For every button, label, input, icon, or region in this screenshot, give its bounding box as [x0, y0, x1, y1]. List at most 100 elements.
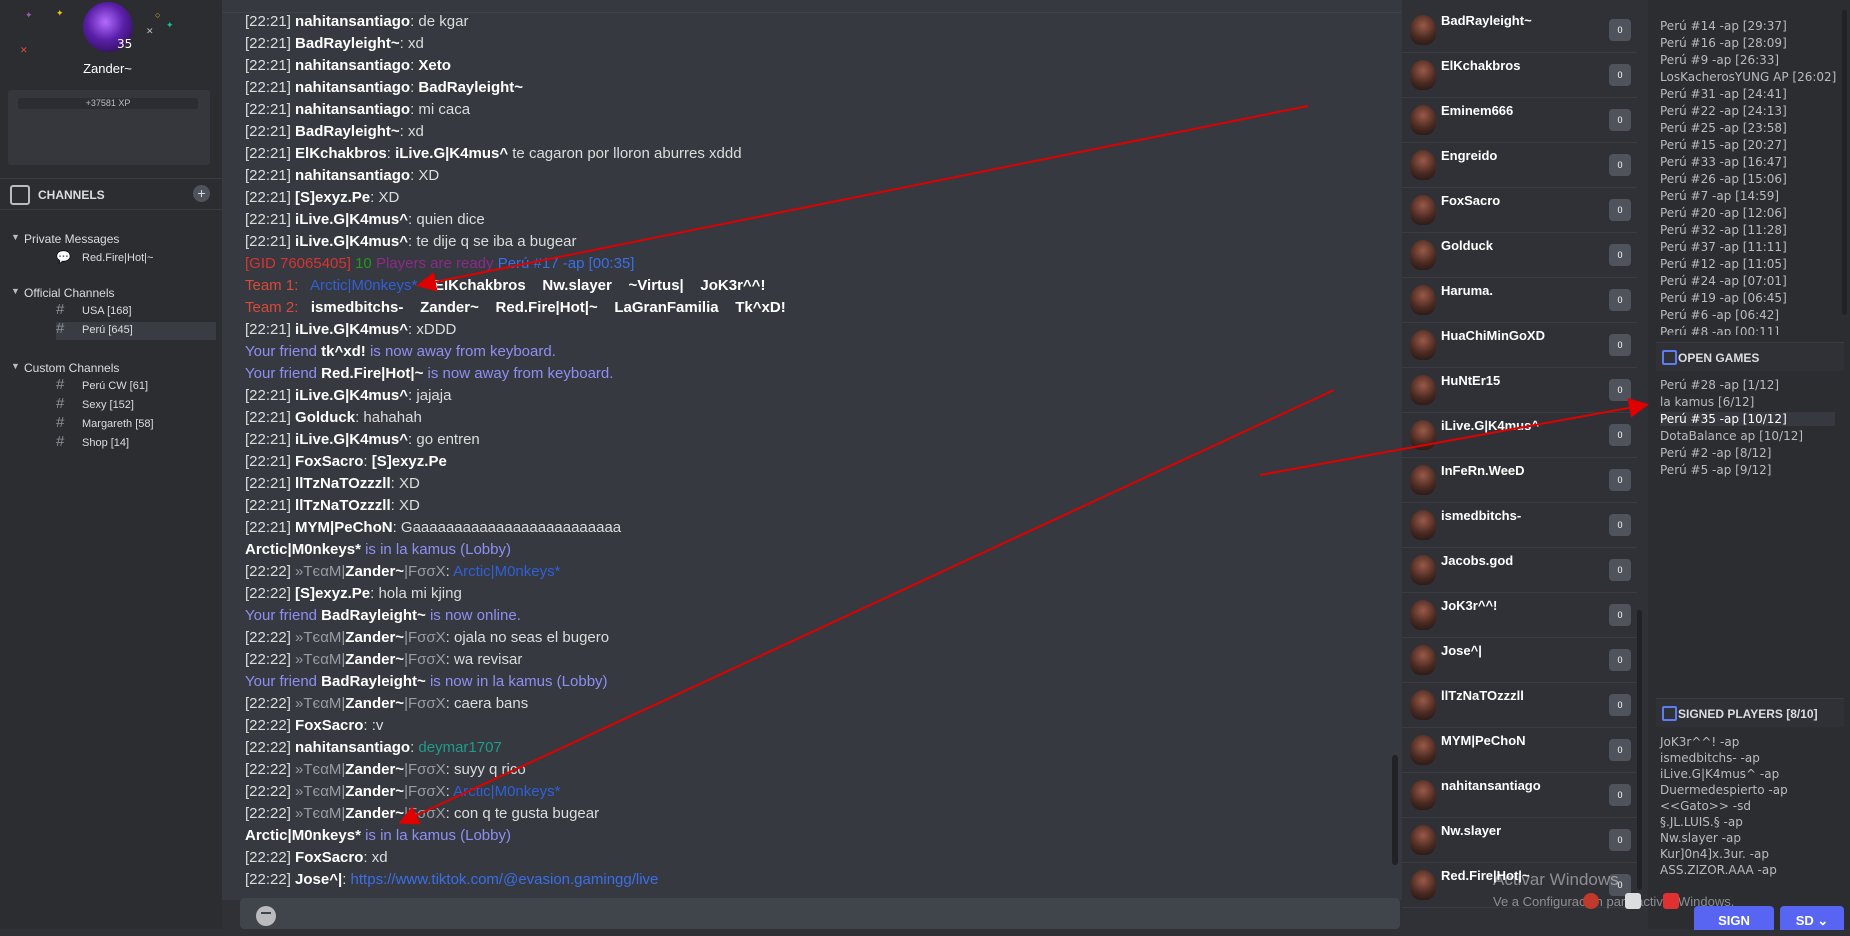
group-official-channels[interactable]: ▼ Official Channels [11, 286, 115, 300]
tray-pdf-icon[interactable] [1663, 893, 1679, 909]
open-game-item-selected[interactable]: Perú #35 -ap [10/12] [1660, 412, 1835, 426]
group-label: Official Channels [24, 286, 115, 300]
chat-message: [22:21] llTzNaTOzzzll: XD [245, 475, 420, 492]
group-private-messages[interactable]: ▼ Private Messages [11, 232, 120, 246]
user-row[interactable]: Engreido 0 [1402, 142, 1637, 188]
game-item[interactable]: Perú #31 -ap [24:41] [1660, 87, 1787, 101]
add-channel-button[interactable]: + [193, 185, 210, 202]
channel-item[interactable]: # Shop [14] [56, 433, 216, 453]
profile-card: ✦ ✦ ✕ ○ ✦ ✕ 35 Zander~ [0, 0, 222, 85]
user-avatar [1410, 510, 1436, 540]
user-name: Eminem666 [1441, 103, 1514, 118]
open-game-item[interactable]: la kamus [6/12] [1660, 395, 1754, 409]
edit-icon [1662, 706, 1677, 721]
user-row[interactable]: Haruma. 0 [1402, 277, 1637, 323]
open-games-header: OPEN GAMES [1656, 342, 1844, 371]
game-item[interactable]: Perú #37 -ap [11:11] [1660, 240, 1787, 254]
game-item[interactable]: Perú #25 -ap [23:58] [1660, 121, 1787, 135]
user-avatar [1410, 15, 1436, 45]
user-list-scrollbar[interactable] [1637, 610, 1642, 890]
game-item[interactable]: Perú #9 -ap [26:33] [1660, 53, 1779, 67]
user-avatar [1410, 105, 1436, 135]
sd-button[interactable]: SD ⌄ [1780, 906, 1844, 930]
game-item[interactable]: Perú #24 -ap [07:01] [1660, 274, 1787, 288]
user-avatar [1410, 600, 1436, 630]
user-row[interactable]: InFeRn.WeeD 0 [1402, 457, 1637, 503]
chat-message: [22:21] nahitansantiago: BadRayleight~ [245, 79, 524, 96]
open-game-item[interactable]: Perú #5 -ap [9/12] [1660, 463, 1771, 477]
games-scrollbar[interactable] [1842, 10, 1847, 315]
user-badge: 0 [1609, 694, 1631, 716]
game-item[interactable]: Perú #20 -ap [12:06] [1660, 206, 1787, 220]
channel-label: Sexy [152] [82, 399, 134, 411]
user-row[interactable]: MYM|PeChoN 0 [1402, 727, 1637, 773]
channel-item[interactable]: # Perú CW [61] [56, 376, 216, 396]
user-row[interactable]: ismedbitchs- 0 [1402, 502, 1637, 548]
chat-message: [22:21] FoxSacro: [S]exyz.Pe [245, 453, 447, 470]
chat-message: [22:22] FoxSacro: xd [245, 849, 388, 866]
channel-item[interactable]: # USA [168] [56, 301, 216, 321]
game-item[interactable]: LosKacherosYUNG AP [26:02] [1660, 70, 1836, 84]
game-item[interactable]: Perú #6 -ap [06:42] [1660, 308, 1779, 322]
game-item[interactable]: Perú #22 -ap [24:13] [1660, 104, 1787, 118]
message-input[interactable] [240, 898, 1400, 929]
signed-player: iLive.G|K4mus^ -ap [1660, 767, 1780, 781]
sign-button[interactable]: SIGN [1694, 906, 1774, 930]
game-item[interactable]: Perú #7 -ap [14:59] [1660, 189, 1779, 203]
friend-status: Your friend tk^xd! is now away from keyb… [245, 343, 556, 360]
game-item[interactable]: Perú #16 -ap [28:09] [1660, 36, 1787, 50]
user-row[interactable]: BadRayleight~ 0 [1402, 7, 1637, 53]
user-row[interactable]: Nw.slayer 0 [1402, 817, 1637, 863]
user-row[interactable]: HuaChiMinGoXD 0 [1402, 322, 1637, 368]
user-name: Jose^| [1441, 643, 1482, 658]
channel-item-active[interactable]: # Perú [645] [56, 320, 216, 340]
game-item[interactable]: Perú #26 -ap [15:06] [1660, 172, 1787, 186]
chat-scrollbar[interactable] [1392, 755, 1398, 865]
sparkle-icon: ✦ [56, 8, 64, 18]
chat-message: [22:21] iLive.G|K4mus^: xDDD [245, 321, 457, 338]
game-item[interactable]: Perú #33 -ap [16:47] [1660, 155, 1787, 169]
user-row[interactable]: Jacobs.god 0 [1402, 547, 1637, 593]
sidebar: ✦ ✦ ✕ ○ ✦ ✕ 35 Zander~ +37581 XP CHANNEL… [0, 0, 222, 929]
tray-shield-icon[interactable] [1625, 893, 1641, 909]
group-label: Private Messages [24, 232, 120, 246]
game-item[interactable]: Perú #15 -ap [20:27] [1660, 138, 1787, 152]
user-row[interactable]: JoK3r^^! 0 [1402, 592, 1637, 638]
user-row[interactable]: ElKchakbros 0 [1402, 52, 1637, 98]
tray-app-icon[interactable] [1583, 893, 1599, 909]
user-avatar [1410, 240, 1436, 270]
user-list: BadRayleight~ 0 ElKchakbros 0 Eminem666 0 E… [1402, 0, 1642, 908]
game-item[interactable]: Perú #12 -ap [11:05] [1660, 257, 1787, 271]
chat-bubble-icon: 💬 [56, 250, 71, 264]
chat-message: [22:21] iLive.G|K4mus^: jajaja [245, 387, 452, 404]
user-row[interactable]: HuNtEr15 0 [1402, 367, 1637, 413]
open-game-item[interactable]: Perú #2 -ap [8/12] [1660, 446, 1771, 460]
user-row[interactable]: Golduck 0 [1402, 232, 1637, 278]
user-avatar [1410, 330, 1436, 360]
user-row[interactable]: Jose^| 0 [1402, 637, 1637, 683]
channel-item[interactable]: 💬 Red.Fire|Hot|~ [56, 250, 216, 268]
user-row[interactable]: Eminem666 0 [1402, 97, 1637, 143]
message-link[interactable]: https://www.tiktok.com/@evasion.gamingg/… [351, 871, 659, 888]
game-item[interactable]: Perú #19 -ap [06:45] [1660, 291, 1787, 305]
signed-player: ASS.ZIZOR.AAA -ap [1660, 863, 1777, 877]
group-custom-channels[interactable]: ▼ Custom Channels [11, 361, 119, 375]
channel-item[interactable]: # Margareth [58] [56, 414, 216, 434]
chat-message: [22:22] nahitansantiago: deymar1707 [245, 739, 502, 756]
user-row[interactable]: nahitansantiago 0 [1402, 772, 1637, 818]
game-item[interactable]: Perú #14 -ap [29:37] [1660, 19, 1787, 33]
user-row[interactable]: llTzNaTOzzzll 0 [1402, 682, 1637, 728]
game-item[interactable]: Perú #8 -ap [00:11] [1660, 325, 1779, 335]
channel-label: Red.Fire|Hot|~ [82, 252, 154, 264]
user-avatar [1410, 555, 1436, 585]
game-item[interactable]: Perú #32 -ap [11:28] [1660, 223, 1787, 237]
user-name: Golduck [1441, 238, 1494, 253]
user-name: ismedbitchs- [1441, 508, 1522, 523]
channel-item[interactable]: # Sexy [152] [56, 395, 216, 415]
emoji-icon[interactable] [256, 906, 276, 926]
user-row[interactable]: iLive.G|K4mus^ 0 [1402, 412, 1637, 458]
open-game-item[interactable]: Perú #28 -ap [1/12] [1660, 378, 1779, 392]
user-row[interactable]: FoxSacro 0 [1402, 187, 1637, 233]
game-ready-notice: [GID 76065405] 10 Players are ready Perú… [245, 255, 635, 272]
open-game-item[interactable]: DotaBalance ap [10/12] [1660, 429, 1803, 443]
